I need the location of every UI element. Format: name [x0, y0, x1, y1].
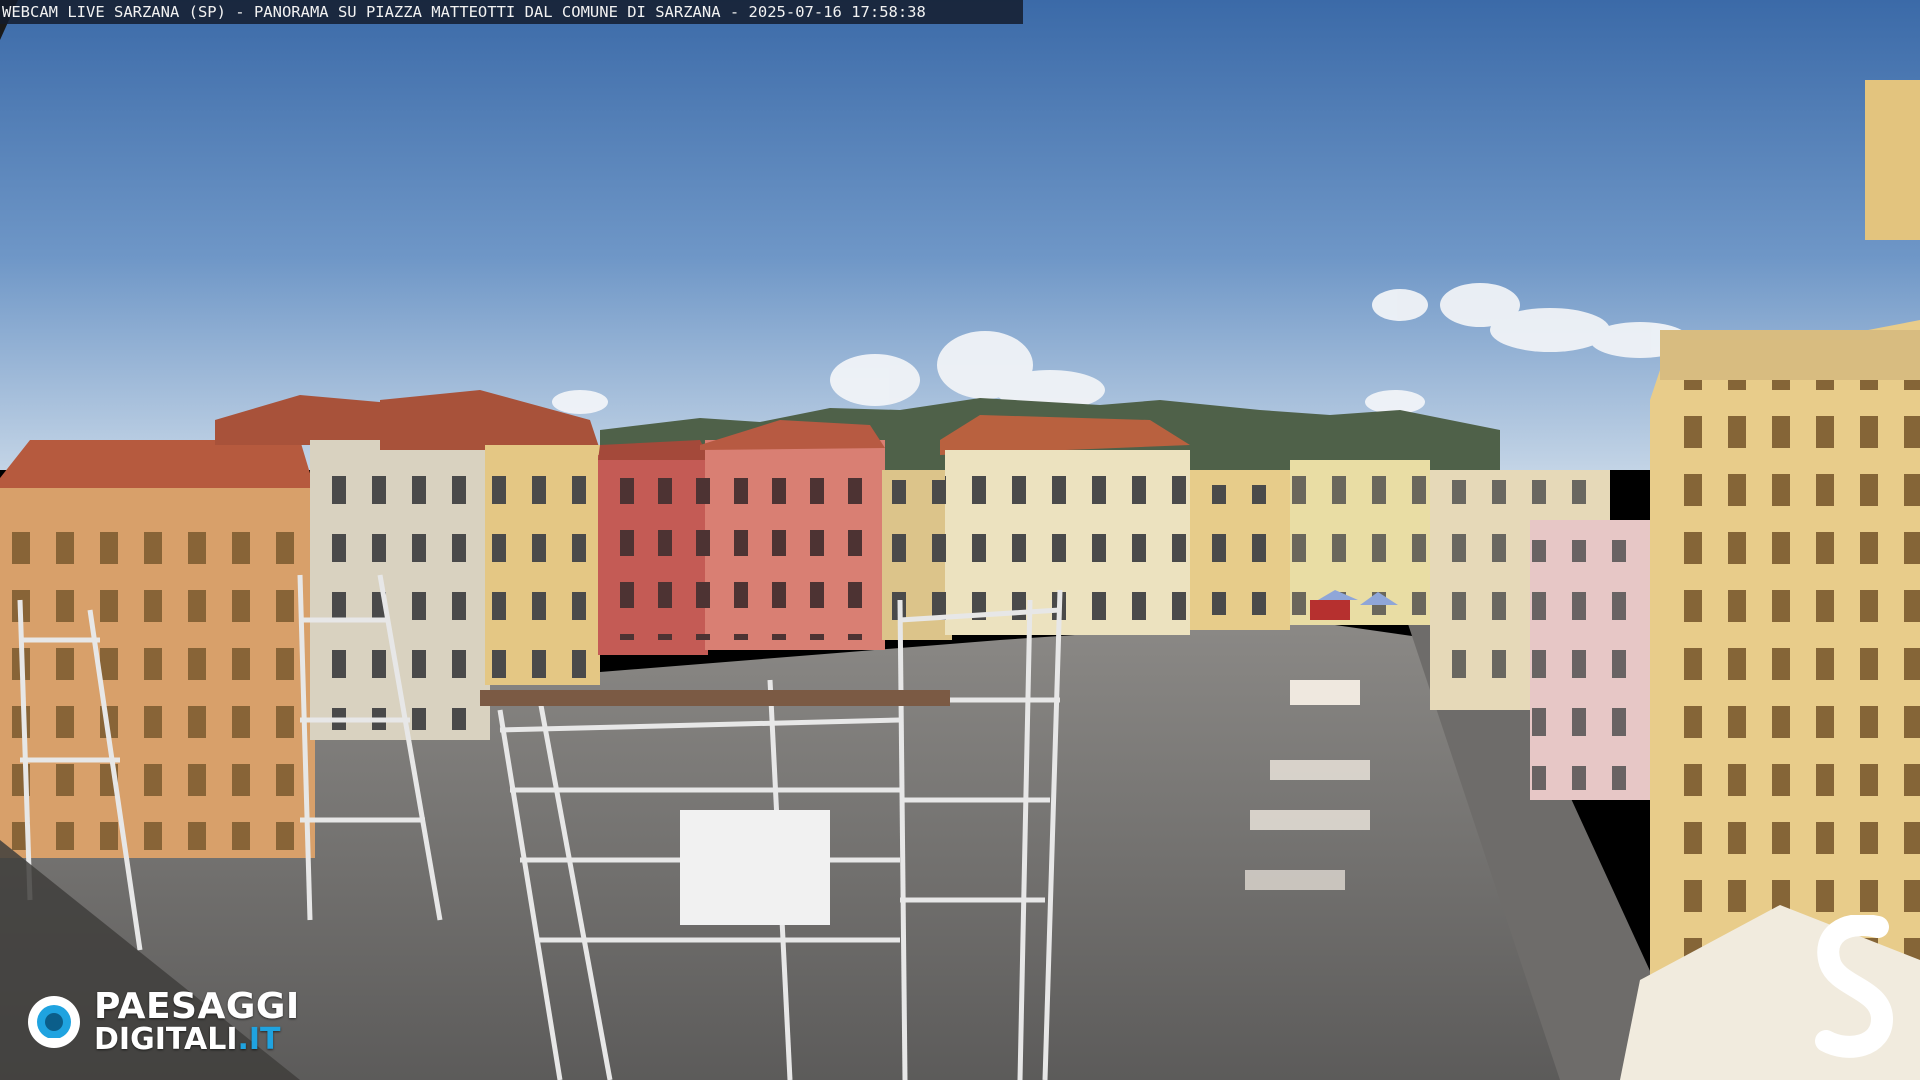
logo-line-2-main: DIGITALI: [94, 1022, 238, 1057]
webcam-photo: [0, 0, 1920, 1080]
truck: [680, 810, 830, 925]
corner-s-logo: [1815, 915, 1894, 1058]
paesaggi-digitali-logo: PAESAGGI DIGITALI.IT: [26, 986, 326, 1062]
logo-line-1: PAESAGGI: [94, 986, 300, 1027]
camera-lens-icon: [28, 996, 80, 1048]
timestamp-caption: WEBCAM LIVE SARZANA (SP) - PANORAMA SU P…: [0, 0, 1023, 24]
webcam-frame: WEBCAM LIVE SARZANA (SP) - PANORAMA SU P…: [0, 0, 1920, 1080]
logo-line-2-suffix: .IT: [237, 1022, 281, 1057]
logo-line-2: DIGITALI.IT: [94, 1022, 281, 1057]
steel-beam: [480, 690, 950, 706]
